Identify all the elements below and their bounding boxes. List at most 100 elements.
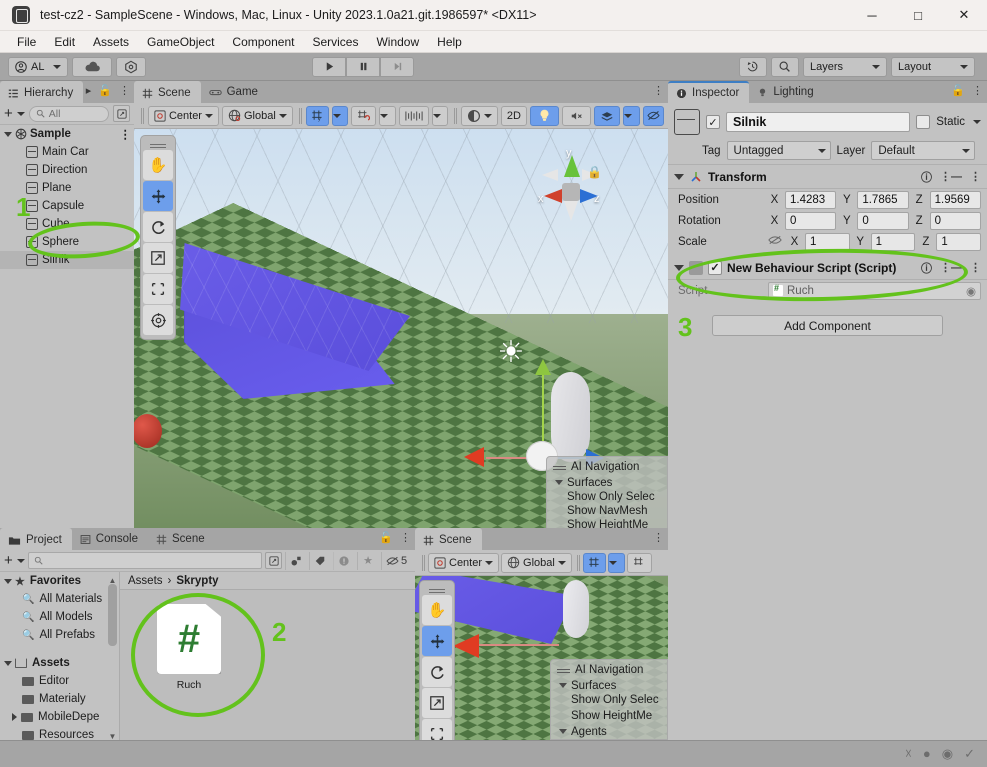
tab-console[interactable]: Console — [72, 528, 148, 550]
snap-increment-button[interactable] — [351, 105, 377, 126]
tab-project[interactable]: Project — [0, 528, 72, 550]
snap-increment-button-secondary[interactable] — [626, 552, 652, 573]
project-search-expand-button[interactable] — [265, 552, 282, 569]
favorite-all-prefabs[interactable]: 🔍 All Prefabs — [0, 626, 119, 644]
overlay-show-only-selected[interactable]: Show Only Selec — [551, 693, 667, 707]
filter-warnings-button[interactable] — [333, 551, 354, 570]
kebab-menu-icon[interactable]: ⋮ — [653, 84, 664, 97]
hand-tool-button[interactable]: ✋ — [422, 595, 452, 625]
hierarchy-item-capsule[interactable]: Capsule — [0, 197, 134, 215]
rect-tool-button[interactable] — [422, 719, 452, 740]
rect-tool-button[interactable] — [143, 274, 173, 304]
minimize-button[interactable]: ─ — [849, 0, 895, 31]
kebab-menu-icon[interactable]: ⋮ — [119, 84, 130, 97]
favorite-all-models[interactable]: 🔍 All Models — [0, 608, 119, 626]
overlay-surfaces-group[interactable]: Surfaces — [547, 476, 667, 490]
settings-preset-icon[interactable]: ⋮— — [940, 170, 962, 183]
help-icon[interactable]: ⓘ — [921, 260, 932, 276]
lock-icon[interactable]: 🔓 — [98, 84, 112, 97]
scale-tool-button[interactable] — [143, 243, 173, 273]
menu-window[interactable]: Window — [367, 33, 428, 51]
collapse-triangle-icon[interactable] — [674, 264, 684, 271]
menu-services[interactable]: Services — [303, 33, 367, 51]
effects-dropdown[interactable] — [623, 105, 640, 126]
menu-edit[interactable]: Edit — [45, 33, 84, 51]
scale-y-field[interactable]: 1 — [870, 232, 916, 251]
lock-icon[interactable]: 🔓 — [379, 531, 393, 544]
script-enabled-checkbox[interactable]: ✓ — [708, 260, 722, 275]
global-search-button[interactable] — [770, 56, 799, 77]
object-name-field[interactable]: Silnik — [726, 112, 911, 132]
expand-triangle-icon[interactable] — [4, 660, 12, 666]
toggle-hidden-objects-button[interactable] — [642, 105, 665, 126]
expand-triangle-icon[interactable] — [559, 729, 567, 735]
move-tool-button[interactable] — [143, 181, 173, 211]
scroll-up-arrow[interactable]: ▲ — [108, 576, 117, 585]
project-tree-scrollbar[interactable]: ▲ — [108, 576, 117, 668]
hierarchy-search-input[interactable]: All — [28, 105, 109, 122]
grid-dropdown-secondary[interactable] — [607, 552, 625, 573]
menu-assets[interactable]: Assets — [84, 33, 138, 51]
filter-by-label-button[interactable] — [309, 551, 330, 570]
hierarchy-filter-button[interactable] — [113, 105, 130, 122]
code-optimization-icon[interactable]: ✓ — [964, 746, 975, 762]
position-z-field[interactable]: 1.9569 — [929, 190, 981, 209]
gizmo-cone-x[interactable] — [544, 189, 562, 203]
scroll-down-arrow[interactable]: ▼ — [108, 732, 117, 741]
folder-materialy[interactable]: Materialy — [0, 690, 119, 708]
account-status-icon[interactable]: ● — [923, 746, 931, 762]
handle-space-dropdown-secondary[interactable]: Global — [501, 552, 572, 573]
directional-light-gizmo-icon[interactable]: ☀ — [492, 334, 530, 372]
project-create-button[interactable]: + — [4, 553, 25, 568]
toggle-lighting-button[interactable] — [529, 105, 560, 126]
pause-button[interactable] — [346, 56, 381, 77]
scale-z-field[interactable]: 1 — [936, 232, 982, 251]
draw-mode-dropdown[interactable] — [460, 105, 498, 126]
menu-file[interactable]: File — [8, 33, 45, 51]
scene-viewport[interactable]: ☀ ✋ y x z 🔒 AI Navigation Surfaces Show … — [134, 129, 668, 550]
overlay-drag-handle[interactable] — [557, 664, 570, 676]
expand-triangle-icon[interactable] — [559, 683, 567, 689]
pivot-mode-dropdown[interactable]: Center — [147, 105, 219, 126]
breadcrumb-root[interactable]: Assets — [128, 575, 163, 587]
maximize-button[interactable]: □ — [895, 0, 941, 31]
favorites-group[interactable]: ★ Favorites — [0, 572, 119, 590]
toggle-2d-button[interactable]: 2D — [500, 105, 527, 126]
account-button[interactable]: AL — [8, 56, 68, 77]
scene2-gizmo-arrow-x[interactable] — [453, 634, 479, 658]
tab-lighting[interactable]: Lighting — [749, 81, 823, 103]
kebab-menu-icon[interactable]: ⋮ — [120, 127, 135, 141]
scrollbar-thumb[interactable] — [108, 584, 117, 646]
hierarchy-item-silnik[interactable]: Silnik — [0, 251, 134, 269]
hierarchy-overflow-arrow[interactable]: ▸ — [86, 84, 92, 97]
rotate-tool-button[interactable] — [422, 657, 452, 687]
overlay-show-navmesh[interactable]: Show NavMesh — [547, 504, 667, 518]
layers-dropdown[interactable]: Layers — [802, 56, 887, 77]
cloud-button[interactable] — [72, 56, 112, 77]
scene2-capsule-object[interactable] — [563, 580, 589, 638]
rotation-y-field[interactable]: 0 — [857, 211, 909, 230]
script-object-field[interactable]: Ruch ◉ — [768, 281, 981, 300]
hierarchy-item-sphere[interactable]: Sphere — [0, 233, 134, 251]
close-button[interactable]: ✕ — [941, 0, 987, 31]
expand-triangle-icon[interactable] — [555, 480, 563, 486]
kebab-menu-icon[interactable]: ⋮ — [400, 531, 411, 544]
step-button[interactable] — [380, 56, 415, 77]
rotation-z-field[interactable]: 0 — [929, 211, 981, 230]
handle-space-dropdown[interactable]: Global — [221, 105, 293, 126]
add-component-button[interactable]: Add Component — [712, 315, 943, 336]
tab-project-scene[interactable]: Scene — [148, 528, 215, 550]
transform-tool-button[interactable] — [143, 305, 173, 335]
gizmo-arrow-y[interactable] — [535, 359, 551, 375]
hierarchy-item-directional-light[interactable]: Direction — [0, 161, 134, 179]
settings-preset-icon[interactable]: ⋮— — [940, 261, 962, 274]
project-search-input[interactable] — [27, 552, 262, 569]
overlay-show-only-selected[interactable]: Show Only Selec — [547, 490, 667, 504]
menu-component[interactable]: Component — [223, 33, 303, 51]
constrain-proportions-icon[interactable] — [768, 235, 782, 248]
tag-dropdown[interactable]: Untagged — [726, 141, 831, 160]
hierarchy-item-cube[interactable]: Cube — [0, 215, 134, 233]
menu-gameobject[interactable]: GameObject — [138, 33, 223, 51]
create-object-button[interactable]: + — [4, 106, 25, 121]
overlay-show-heightmesh[interactable]: Show HeightMe — [551, 709, 667, 723]
